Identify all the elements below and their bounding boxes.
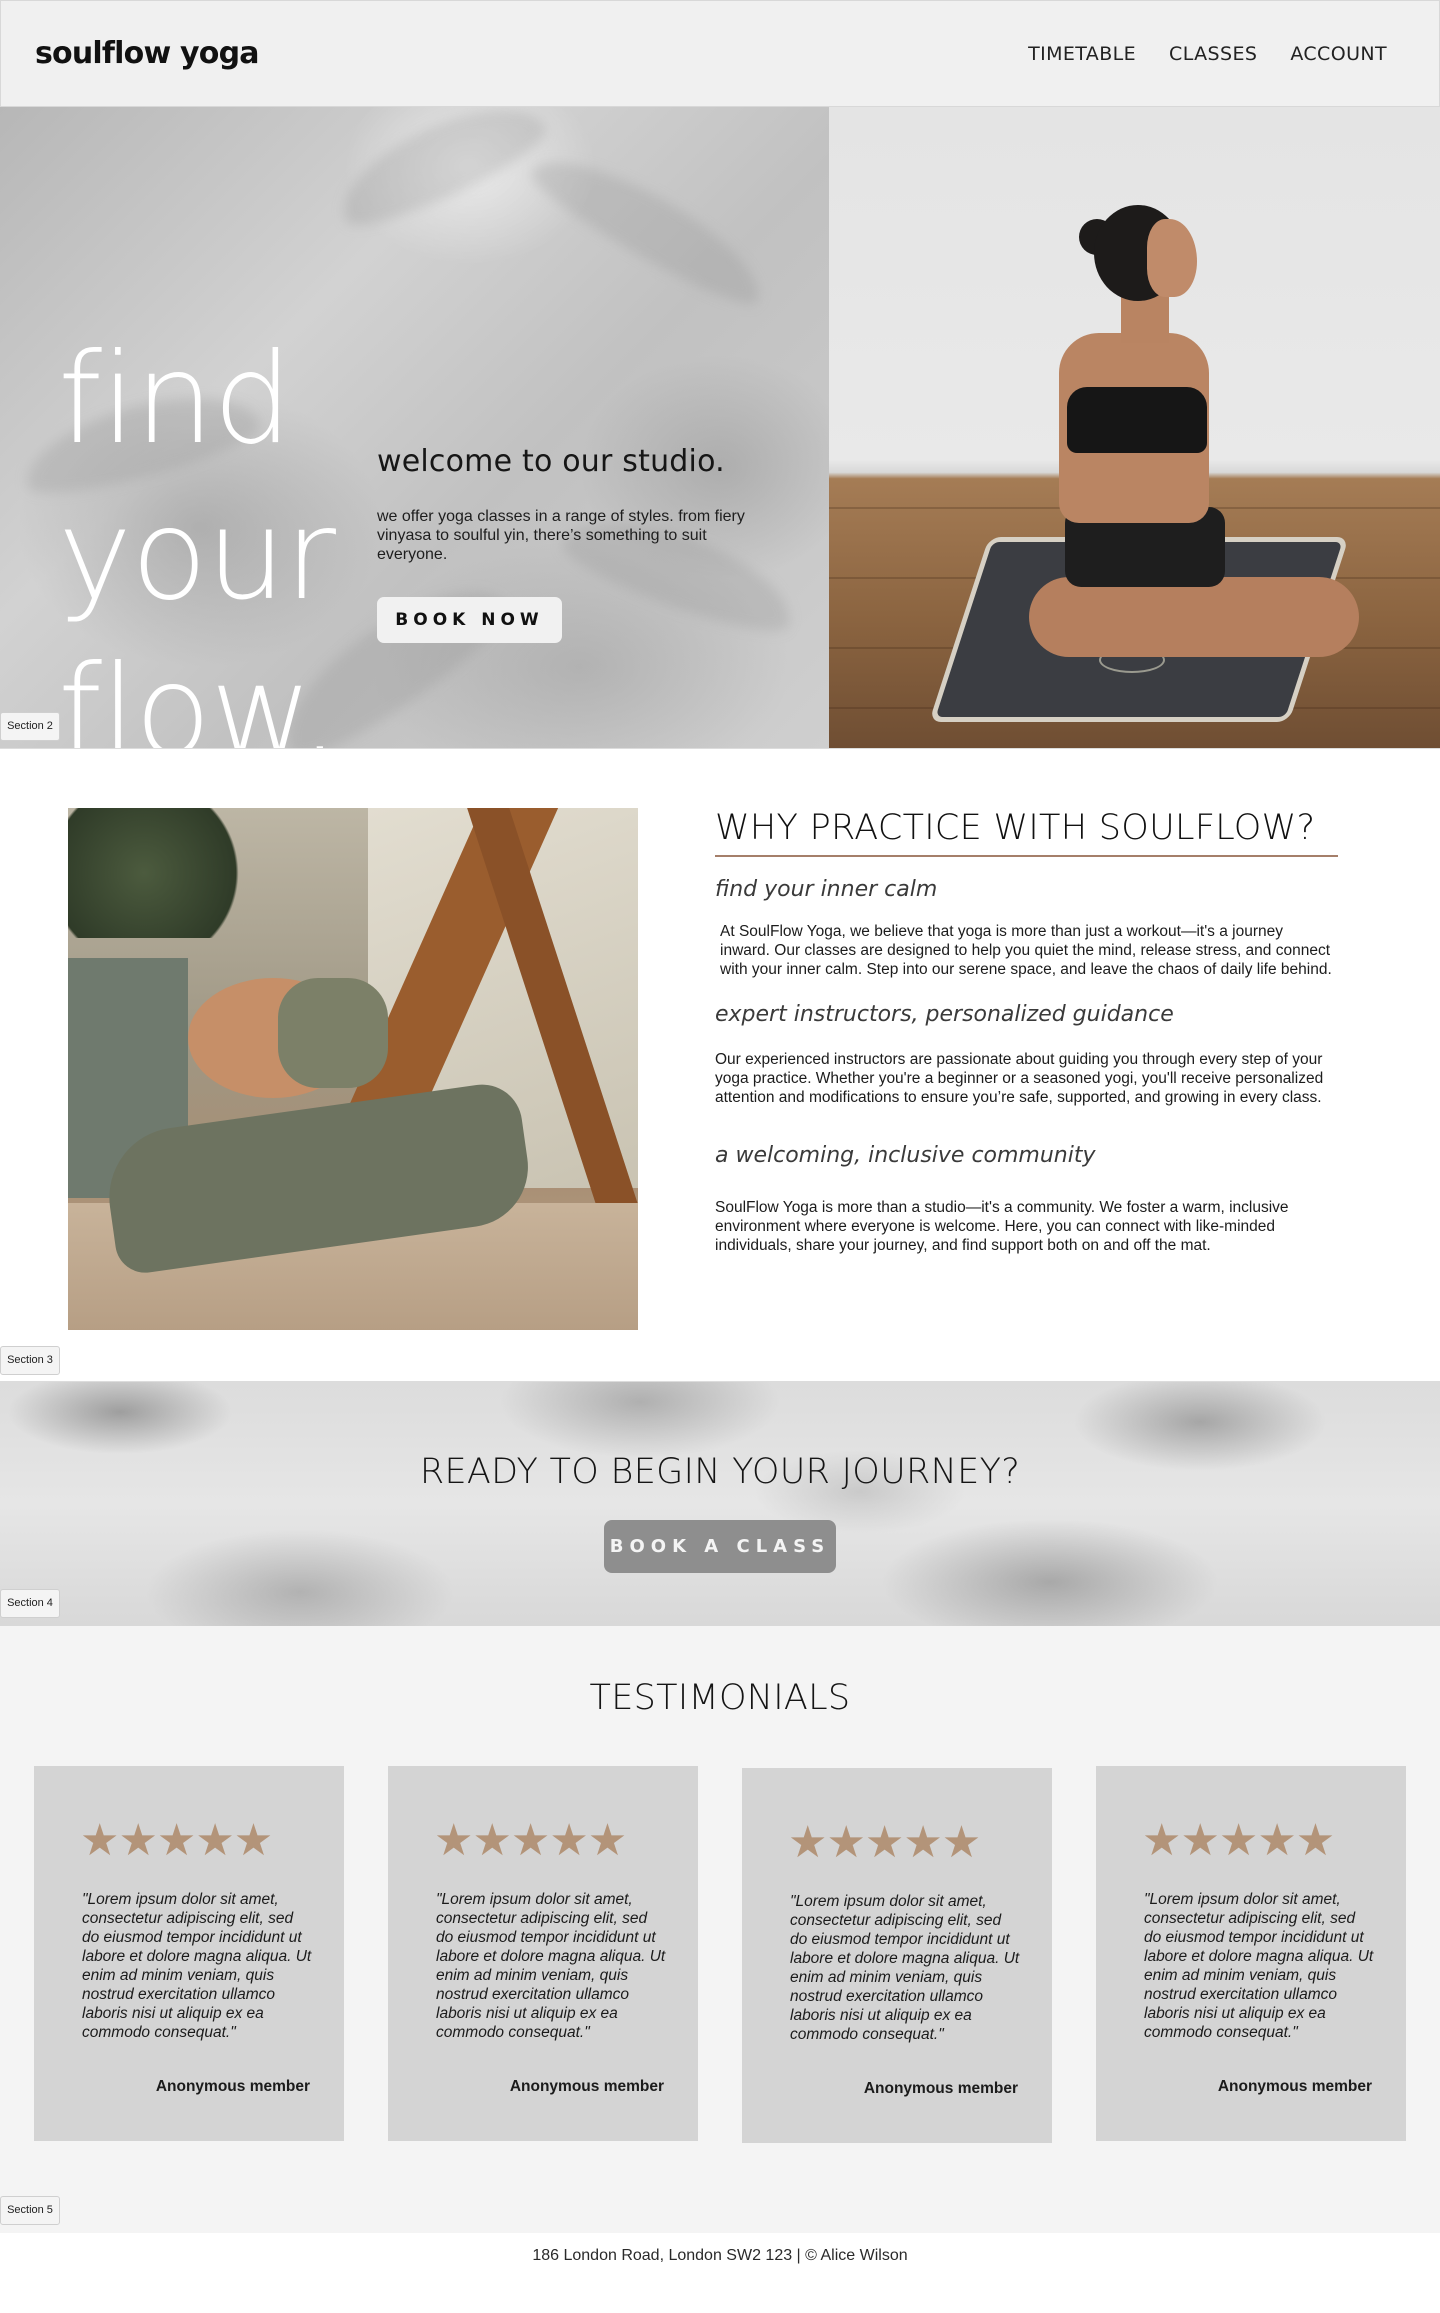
leaf-shadow	[522, 136, 778, 318]
star-rating-icon: ★★★★★	[1142, 1816, 1335, 1865]
about-subheading: find your inner calm	[715, 877, 938, 902]
footer-text: 186 London Road, London SW2 123 | © Alic…	[532, 2246, 908, 2264]
hero-copy: welcome to our studio. we offer yoga cla…	[377, 444, 757, 643]
about-subheading: expert instructors, personalized guidanc…	[715, 1002, 1174, 1027]
site-header: soulflow yoga TIMETABLE CLASSES ACCOUNT	[0, 0, 1440, 107]
section-tag: Section 4	[0, 1589, 60, 1618]
hero-section: find your flow. welcome to our studio. w…	[0, 107, 1440, 748]
testimonials-section: TESTIMONIALS ★★★★★ "Lorem ipsum dolor si…	[0, 1626, 1440, 2233]
testimonial-card: ★★★★★ "Lorem ipsum dolor sit amet, conse…	[742, 1768, 1052, 2143]
testimonial-quote: "Lorem ipsum dolor sit amet, consectetur…	[436, 1891, 666, 2041]
about-text: WHY PRACTICE WITH SOULFLOW? find your in…	[715, 808, 1340, 1255]
about-subheading: a welcoming, inclusive community	[715, 1143, 1096, 1168]
figure-face	[1147, 219, 1197, 297]
nav-account[interactable]: ACCOUNT	[1290, 43, 1387, 65]
testimonial-card: ★★★★★ "Lorem ipsum dolor sit amet, conse…	[34, 1766, 344, 2141]
testimonial-author: Anonymous member	[863, 2080, 1018, 2097]
testimonial-quote: "Lorem ipsum dolor sit amet, consectetur…	[1144, 1891, 1374, 2041]
hero-title-line: find	[58, 327, 292, 472]
about-heading: WHY PRACTICE WITH SOULFLOW?	[715, 808, 1338, 857]
about-paragraph: Our experienced instructors are passiona…	[715, 1051, 1324, 1106]
book-now-button[interactable]: BOOK NOW	[377, 597, 562, 643]
leaf-shadow	[325, 107, 555, 241]
hero-title: find your flow.	[58, 322, 340, 748]
testimonial-card: ★★★★★ "Lorem ipsum dolor sit amet, conse…	[1096, 1766, 1406, 2141]
star-rating-icon: ★★★★★	[80, 1816, 273, 1865]
why-practice-section: WHY PRACTICE WITH SOULFLOW? find your in…	[0, 748, 1440, 1382]
testimonial-author: Anonymous member	[155, 2078, 310, 2095]
about-photo-yoga-backbend	[68, 808, 638, 1330]
testimonial-author: Anonymous member	[1217, 2078, 1372, 2095]
section-tag: Section 3	[0, 1346, 60, 1375]
hero-background: find your flow. welcome to our studio. w…	[0, 107, 829, 748]
hero-title-line: your	[58, 483, 336, 628]
figure-legs	[1029, 577, 1359, 657]
nav-timetable[interactable]: TIMETABLE	[1028, 43, 1136, 65]
hero-title-line: flow.	[58, 639, 340, 748]
hero-photo-yoga-pose	[829, 107, 1440, 748]
site-footer: 186 London Road, London SW2 123 | © Alic…	[0, 2233, 1440, 2278]
photo-figure-top	[278, 978, 388, 1088]
testimonial-card: ★★★★★ "Lorem ipsum dolor sit amet, conse…	[388, 1766, 698, 2141]
star-rating-icon: ★★★★★	[434, 1816, 627, 1865]
about-paragraph: At SoulFlow Yoga, we believe that yoga i…	[720, 923, 1332, 978]
cta-section: READY TO BEGIN YOUR JOURNEY? BOOK A CLAS…	[0, 1382, 1440, 1626]
testimonial-author: Anonymous member	[509, 2078, 664, 2095]
figure-top	[1067, 387, 1207, 453]
cta-heading: READY TO BEGIN YOUR JOURNEY?	[419, 1452, 1021, 1492]
about-paragraph: SoulFlow Yoga is more than a studio—it's…	[715, 1199, 1289, 1254]
star-rating-icon: ★★★★★	[788, 1818, 981, 1867]
nav-classes[interactable]: CLASSES	[1169, 43, 1257, 65]
main-nav: TIMETABLE CLASSES ACCOUNT	[1028, 43, 1387, 65]
section-tag: Section 5	[0, 2196, 60, 2225]
hero-description: we offer yoga classes in a range of styl…	[377, 508, 745, 563]
photo-plant	[68, 808, 258, 938]
book-a-class-button[interactable]: BOOK A CLASS	[604, 1520, 836, 1573]
testimonials-heading: TESTIMONIALS	[589, 1678, 851, 1718]
testimonial-quote: "Lorem ipsum dolor sit amet, consectetur…	[790, 1893, 1020, 2043]
hero-welcome: welcome to our studio.	[377, 444, 725, 479]
section-tag: Section 2	[0, 712, 60, 741]
logo[interactable]: soulflow yoga	[35, 36, 260, 71]
testimonial-quote: "Lorem ipsum dolor sit amet, consectetur…	[82, 1891, 312, 2041]
